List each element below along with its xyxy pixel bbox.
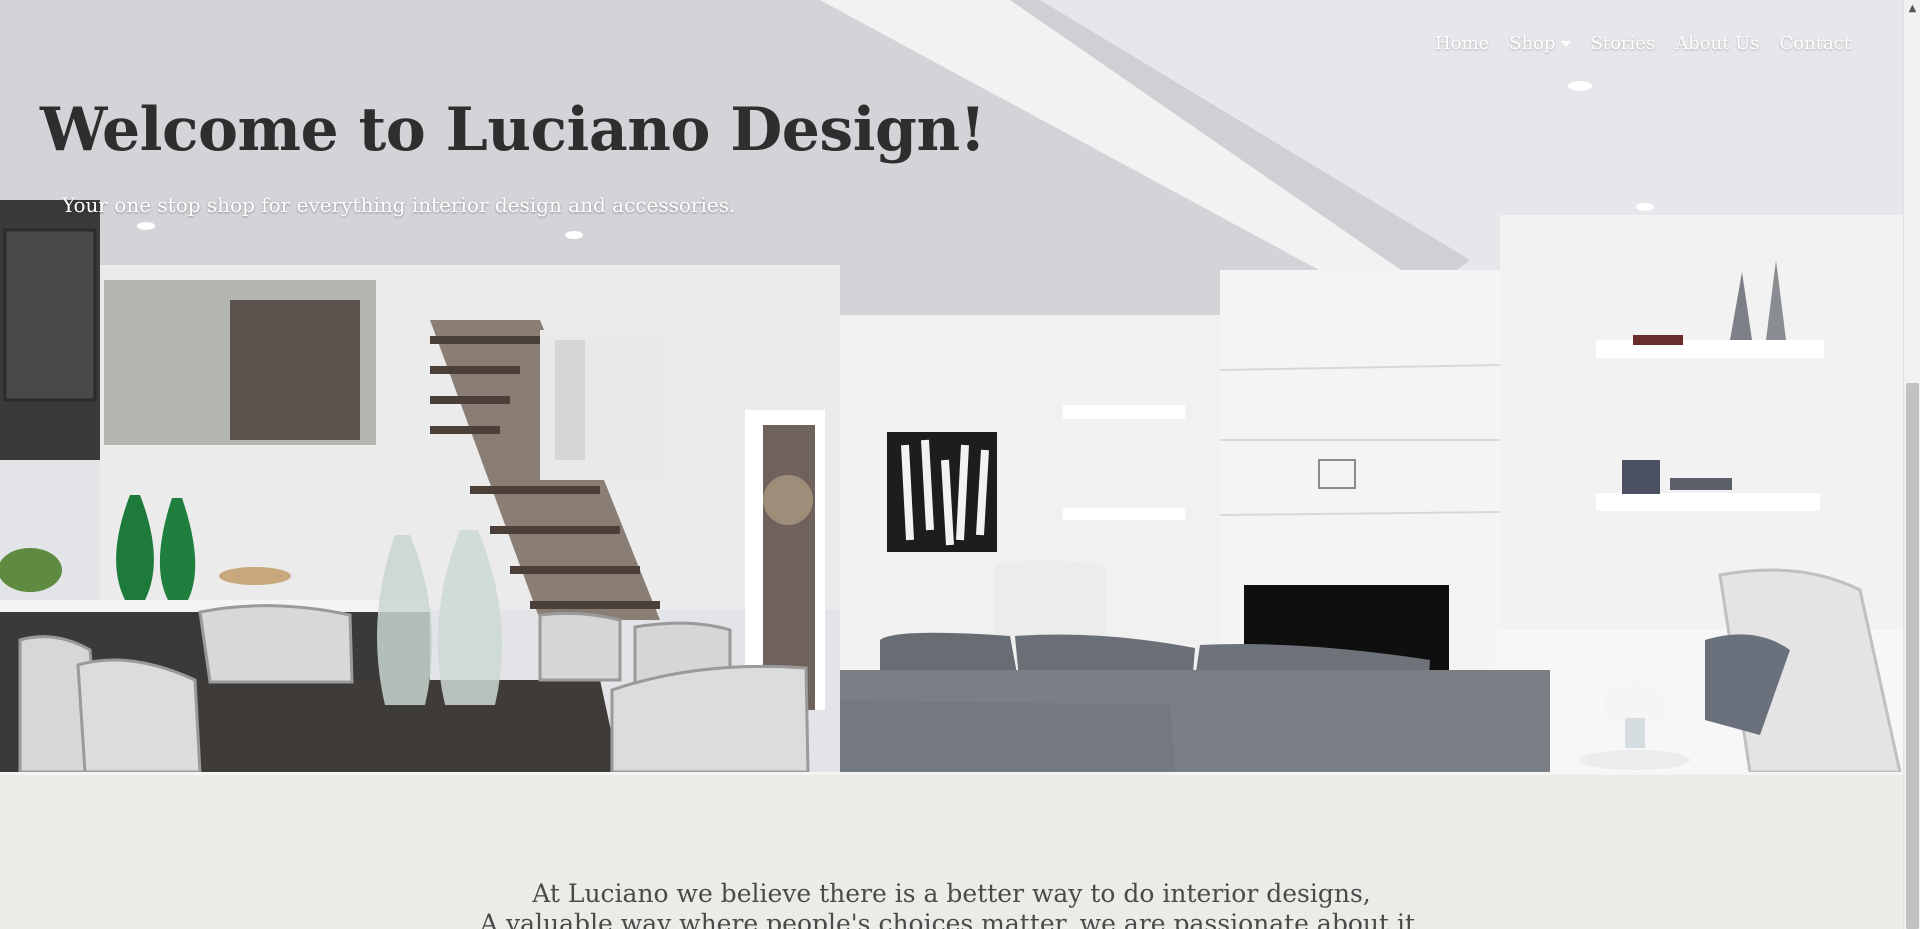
nav-item-stories[interactable]: Stories [1591, 33, 1656, 54]
intro-line-1: At Luciano we believe there is a better … [532, 879, 1371, 908]
caret-down-icon [1560, 40, 1571, 47]
page-title: Welcome to Luciano Design! [40, 95, 986, 165]
chevron-up-icon[interactable]: ▲ [1904, 0, 1920, 17]
hero-section: Home Shop Stories About Us Contact Welco… [0, 0, 1903, 772]
nav-item-label: Stories [1590, 33, 1656, 54]
nav-item-label: About Us [1675, 33, 1760, 54]
nav-item-about-us[interactable]: About Us [1675, 33, 1759, 54]
nav-item-label: Shop [1509, 33, 1556, 54]
nav-item-contact[interactable]: Contact [1780, 33, 1851, 54]
page: Home Shop Stories About Us Contact Welco… [0, 0, 1920, 929]
intro-line-2: A valuable way where people's choices ma… [480, 909, 1423, 929]
nav-item-home[interactable]: Home [1435, 33, 1489, 54]
nav-item-label: Home [1434, 33, 1490, 54]
nav-item-label: Contact [1779, 33, 1851, 54]
scrollbar-thumb[interactable] [1906, 383, 1919, 929]
vertical-scrollbar[interactable]: ▲ [1903, 0, 1920, 929]
hero-subtitle: Your one stop shop for everything interi… [62, 193, 736, 217]
nav-item-shop[interactable]: Shop [1509, 33, 1571, 54]
intro-section: At Luciano we believe there is a better … [0, 772, 1903, 929]
main-nav: Home Shop Stories About Us Contact [1435, 33, 1851, 54]
